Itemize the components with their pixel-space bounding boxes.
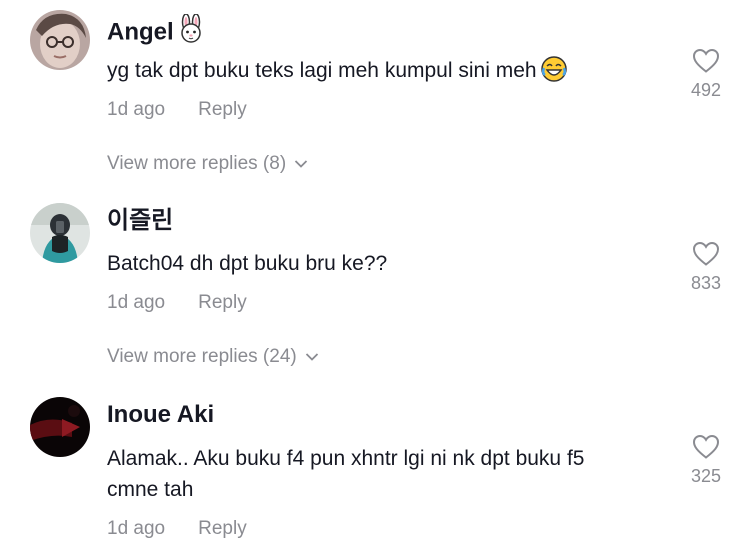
view-more-replies-label: View more replies (24): [107, 346, 297, 367]
chevron-down-icon: [305, 353, 318, 361]
chevron-down-icon: [295, 160, 308, 168]
comment-timestamp: 1d ago: [107, 99, 166, 120]
rabbit-face-icon: [176, 13, 206, 52]
comment-timestamp: 1d ago: [107, 292, 166, 313]
comment-meta: 1d ago Reply: [107, 517, 247, 541]
comment-text: yg tak dpt buku teks lagi meh kumpul sin…: [107, 55, 667, 91]
comment-meta: 1d ago Reply: [107, 98, 247, 122]
comment-author[interactable]: 이즐린: [107, 206, 173, 236]
view-more-replies-label: View more replies (8): [107, 153, 287, 174]
heart-icon: [692, 48, 720, 73]
comment-text: Batch04 dh dpt buku bru ke??: [107, 248, 667, 279]
heart-icon: [692, 241, 720, 266]
comment-text: Alamak.. Aku buku f4 pun xhntr lgi ni nk…: [107, 443, 667, 505]
comment-text-line: Alamak.. Aku buku f4 pun xhntr lgi ni nk…: [107, 447, 585, 470]
avatar-image: [30, 10, 90, 70]
avatar[interactable]: [30, 397, 90, 457]
like-button[interactable]: 492: [686, 48, 726, 101]
like-button[interactable]: 833: [686, 241, 726, 294]
comment-timestamp: 1d ago: [107, 518, 166, 539]
avatar[interactable]: [30, 203, 90, 263]
author-name[interactable]: Inoue Aki: [107, 401, 214, 428]
reply-button[interactable]: Reply: [198, 99, 247, 120]
reply-button[interactable]: Reply: [198, 518, 247, 539]
comment-text-line: cmne tah: [107, 478, 194, 501]
reply-button[interactable]: Reply: [198, 292, 247, 313]
like-count: 833: [690, 273, 722, 293]
comment-meta: 1d ago Reply: [107, 291, 247, 315]
heart-icon: [692, 434, 720, 459]
like-count: 492: [690, 80, 722, 100]
comment-author[interactable]: Inoue Aki: [107, 400, 214, 430]
author-name[interactable]: 이즐린: [107, 207, 173, 234]
view-more-replies-button[interactable]: View more replies (24): [107, 345, 319, 369]
comment-text-body: Batch04 dh dpt buku bru ke??: [107, 252, 388, 275]
tears-of-joy-icon: [540, 56, 567, 91]
author-name[interactable]: Angel: [107, 18, 174, 45]
avatar[interactable]: [30, 10, 90, 70]
avatar-image: [30, 203, 90, 263]
view-more-replies-button[interactable]: View more replies (8): [107, 152, 308, 176]
like-button[interactable]: 325: [686, 434, 726, 487]
comment-text-body: yg tak dpt buku teks lagi meh kumpul sin…: [107, 59, 537, 82]
like-count: 325: [690, 466, 722, 486]
avatar-image: [30, 397, 90, 457]
comment-author[interactable]: Angel: [107, 13, 206, 52]
